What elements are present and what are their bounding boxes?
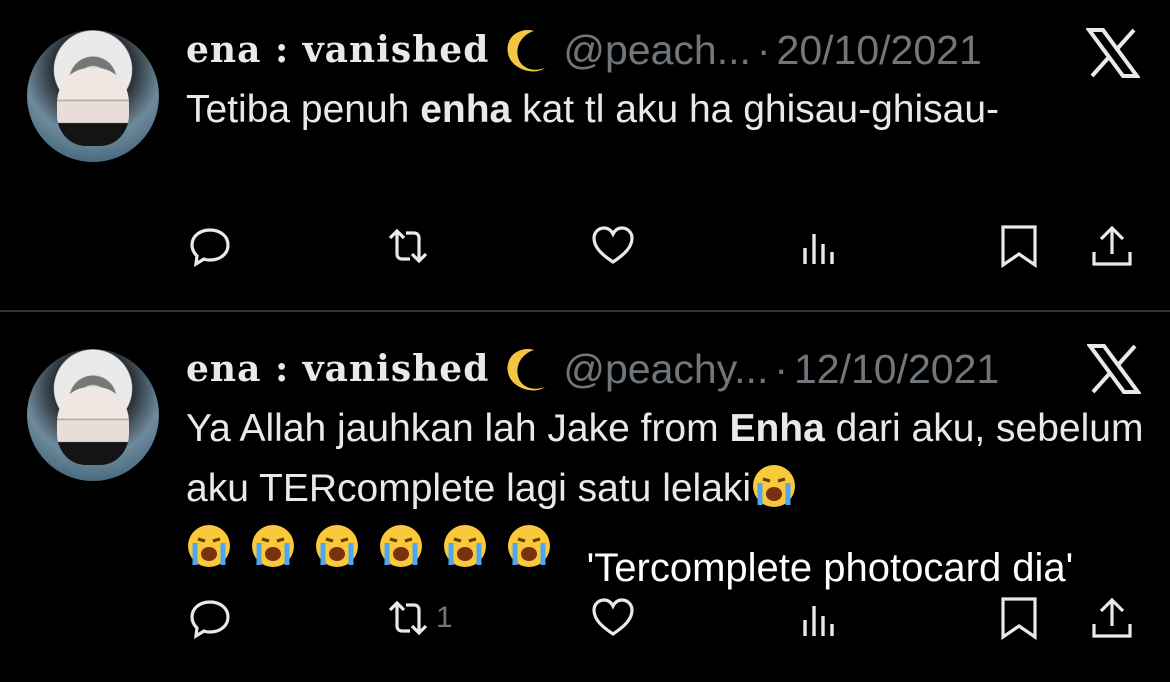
loudly-crying-face-emoji	[250, 523, 296, 569]
tweet-header: ena : vanished @peachy... · 12/10/2021	[186, 343, 999, 395]
display-name[interactable]: ena : vanished	[186, 348, 489, 390]
like-button[interactable]	[591, 224, 635, 268]
tweet-header: ena : vanished @peach... · 20/10/2021	[186, 24, 982, 76]
user-handle[interactable]: @peach...	[563, 27, 751, 74]
tweet-text: Tetiba penuh enha kat tl aku ha ghisau-g…	[186, 88, 1000, 131]
retweet-count: 1	[436, 601, 453, 634]
share-icon	[1092, 597, 1132, 638]
separator-dot: ·	[756, 26, 771, 73]
tweet-date[interactable]: 20/10/2021	[777, 27, 982, 74]
bookmark-icon	[1001, 597, 1037, 640]
loudly-crying-face-emoji	[186, 523, 232, 569]
avatar[interactable]	[27, 30, 159, 162]
loudly-crying-face-emoji	[506, 523, 552, 569]
share-button[interactable]	[1090, 596, 1134, 640]
views-button[interactable]	[797, 224, 841, 268]
x-logo-icon	[1086, 344, 1142, 394]
share-button[interactable]	[1090, 224, 1134, 268]
highlight-word: enha	[420, 88, 512, 131]
retweet-button[interactable]	[386, 224, 436, 268]
tweet[interactable]: ena : vanished @peach... · 20/10/2021 Te…	[0, 0, 1170, 312]
like-icon	[592, 598, 634, 636]
bookmark-icon	[1001, 225, 1037, 268]
retweet-icon	[388, 600, 428, 636]
reply-icon	[190, 600, 230, 640]
user-handle[interactable]: @peachy...	[563, 346, 768, 393]
tweet-actions	[0, 216, 1170, 276]
retweet-icon	[388, 228, 428, 264]
loudly-crying-face-emoji	[442, 523, 488, 569]
overlay-caption: 'Tercomplete photocard dia'	[586, 546, 1074, 590]
views-icon	[803, 234, 834, 264]
loudly-crying-face-emoji	[314, 523, 360, 569]
separator-dot: ·	[774, 345, 788, 392]
like-button[interactable]	[591, 596, 635, 640]
highlight-word: Enha	[729, 407, 825, 450]
reply-button[interactable]	[188, 596, 232, 640]
bookmark-button[interactable]	[997, 596, 1041, 640]
retweet-button[interactable]: 1	[386, 596, 453, 640]
bookmark-button[interactable]	[997, 224, 1041, 268]
avatar[interactable]	[27, 349, 159, 481]
views-button[interactable]	[797, 596, 841, 640]
loudly-crying-face-emoji	[378, 523, 424, 569]
loudly-crying-face-emoji	[751, 463, 797, 509]
tweet-date[interactable]: 12/10/2021	[794, 346, 999, 393]
x-logo-icon	[1085, 28, 1141, 78]
reply-button[interactable]	[188, 224, 232, 268]
display-name[interactable]: ena : vanished	[186, 29, 489, 71]
crescent-moon-icon	[503, 27, 549, 73]
like-icon	[592, 226, 634, 264]
crescent-moon-icon	[503, 346, 549, 392]
tweet-actions: 1	[0, 588, 1170, 648]
views-icon	[803, 606, 834, 636]
reply-icon	[190, 228, 230, 268]
tweet[interactable]: ena : vanished @peachy... · 12/10/2021 Y…	[0, 312, 1170, 682]
share-icon	[1092, 225, 1132, 266]
